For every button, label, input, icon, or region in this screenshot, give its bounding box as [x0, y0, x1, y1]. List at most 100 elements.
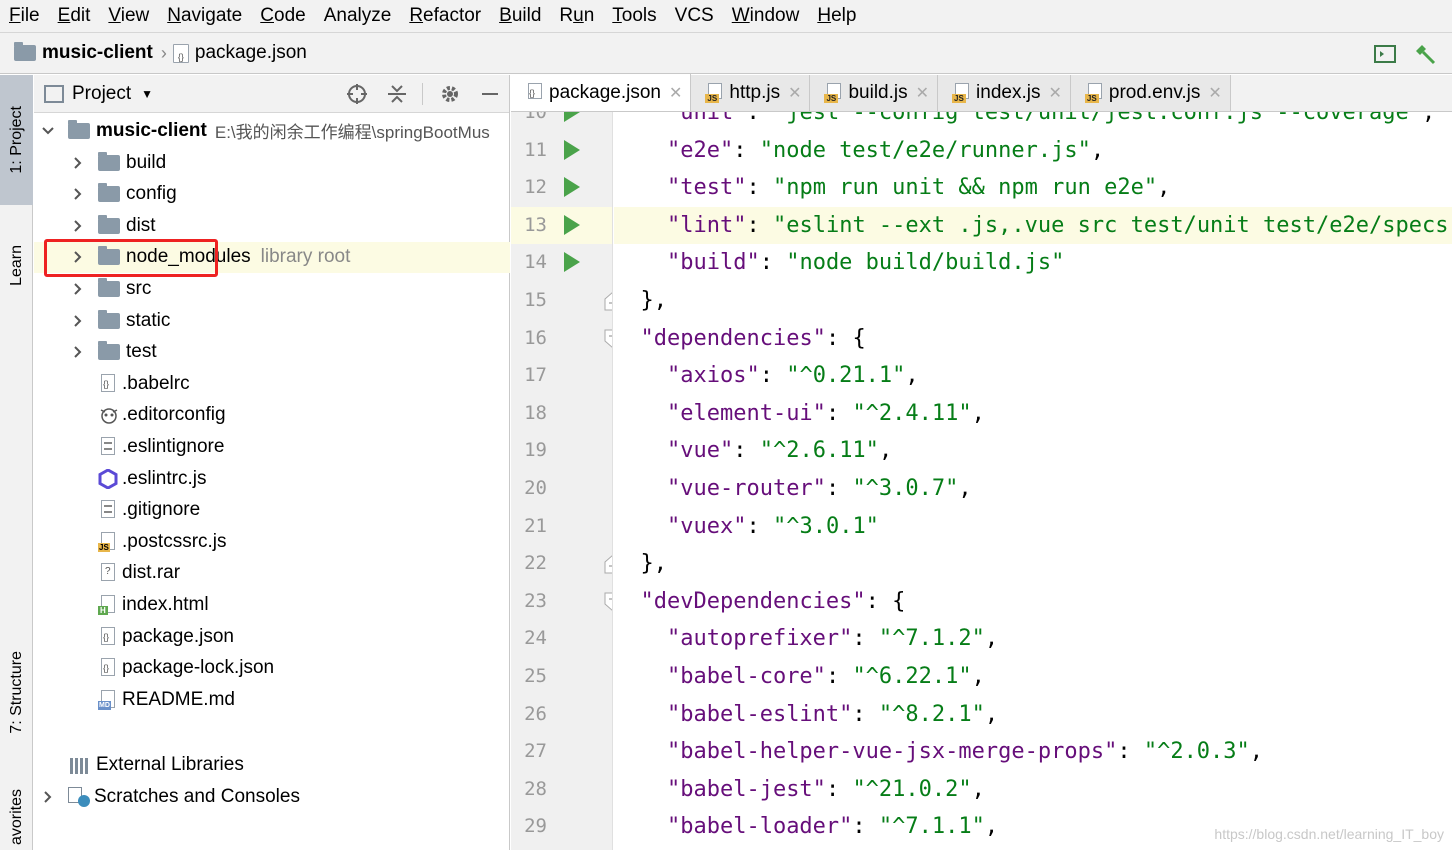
breadcrumb-project[interactable]: music-client: [14, 42, 153, 64]
run-script-icon[interactable]: [564, 139, 580, 160]
tree-item-config[interactable]: config: [34, 179, 510, 210]
run-script-icon[interactable]: [564, 177, 580, 198]
menu-analyze[interactable]: Analyze: [323, 5, 393, 27]
library-icon: [70, 756, 92, 774]
menu-tools[interactable]: Tools: [611, 5, 657, 27]
fold-start-icon[interactable]: [604, 592, 612, 612]
tab-build-js[interactable]: JS build.js ✕: [810, 75, 939, 111]
chevron-right-icon[interactable]: [70, 155, 86, 171]
text-file-icon: [98, 436, 118, 457]
menu-help[interactable]: Help: [816, 5, 857, 27]
tree-item-index-html[interactable]: Hindex.html: [34, 589, 510, 620]
code-line: "element-ui": "^2.4.11",: [666, 400, 985, 426]
project-tab-label: 1: Project: [7, 106, 25, 174]
root-path: E:\我的闲余工作编程\springBootMus: [214, 123, 490, 142]
run-script-icon[interactable]: [564, 252, 580, 273]
run-script-icon[interactable]: [564, 112, 580, 122]
close-icon[interactable]: ✕: [916, 83, 929, 103]
code-line: "build": "node build/build.js": [666, 250, 1065, 276]
chevron-right-icon[interactable]: [70, 344, 86, 360]
tree-item-build[interactable]: build: [34, 147, 510, 178]
menu-vcs[interactable]: VCS: [674, 5, 715, 27]
collapse-all-button[interactable]: [384, 81, 410, 107]
tree-item-label: package-lock.json: [122, 657, 275, 679]
code-line: "vuex": "^3.0.1": [666, 513, 879, 539]
menu-window[interactable]: Window: [731, 5, 801, 27]
json-file-icon: {}: [98, 658, 118, 678]
tree-item-gitignore[interactable]: .gitignore: [34, 495, 510, 526]
line-number: 20: [524, 477, 547, 499]
menu-run[interactable]: Run: [558, 5, 595, 27]
tool-window-strip: 1: Project Learn 7: Structure avorites: [0, 75, 33, 850]
locate-file-button[interactable]: [344, 81, 370, 107]
tree-item-label: .gitignore: [122, 499, 201, 521]
js-file-icon: JS: [1084, 83, 1103, 103]
fold-start-icon[interactable]: [604, 329, 612, 349]
close-icon[interactable]: ✕: [669, 83, 682, 103]
menu-file[interactable]: File: [8, 5, 41, 27]
html-file-icon: H: [98, 594, 118, 615]
external-libraries[interactable]: External Libraries: [34, 749, 510, 780]
library-root-note: library root: [260, 246, 351, 268]
crosshair-icon: [347, 84, 367, 104]
annotation-highlight-box: [44, 239, 218, 277]
line-number: 12: [524, 176, 547, 199]
menu-navigate[interactable]: Navigate: [166, 5, 243, 27]
tree-item-package-json[interactable]: {} package.json: [34, 621, 510, 652]
tab-http-js[interactable]: JS http.js ✕: [691, 75, 811, 111]
code-line: },: [640, 288, 668, 313]
menu-build[interactable]: Build: [498, 5, 542, 27]
chevron-right-icon[interactable]: [70, 281, 86, 297]
run-script-icon[interactable]: [564, 214, 580, 235]
chevron-right-icon[interactable]: [70, 313, 86, 329]
tree-root[interactable]: music-client E:\我的闲余工作编程\springBootMus: [34, 115, 510, 146]
breadcrumb-file[interactable]: {} package.json: [172, 42, 307, 64]
tab-index-js[interactable]: JS index.js ✕: [938, 75, 1071, 111]
scratches-consoles[interactable]: Scratches and Consoles: [34, 781, 510, 812]
close-icon[interactable]: ✕: [788, 83, 801, 103]
fold-end-icon[interactable]: [604, 291, 612, 311]
settings-button[interactable]: [437, 81, 463, 107]
menu-code[interactable]: Code: [259, 5, 306, 27]
favorites-tool-tab[interactable]: avorites: [0, 785, 33, 850]
tree-item-src[interactable]: src: [34, 273, 510, 304]
menu-view[interactable]: View: [107, 5, 150, 27]
tab-package-json[interactable]: {} package.json ✕: [511, 74, 692, 111]
hide-panel-button[interactable]: [477, 81, 503, 107]
close-icon[interactable]: ✕: [1048, 83, 1061, 103]
chevron-right-icon[interactable]: [70, 218, 86, 234]
minimize-icon: [482, 93, 498, 95]
folder-icon: [98, 341, 120, 361]
breadcrumb-file-label: package.json: [194, 42, 307, 63]
tree-item-test[interactable]: test: [34, 337, 510, 368]
line-number: 28: [524, 777, 547, 800]
project-tool-tab[interactable]: 1: Project: [0, 75, 33, 205]
code-line: "autoprefixer": "^7.1.2",: [666, 626, 999, 652]
tree-item-readme-md[interactable]: MD README.md: [34, 684, 510, 715]
scratches-icon: [68, 786, 90, 807]
build-hammer-button[interactable]: [1412, 41, 1438, 67]
menu-edit[interactable]: Edit: [57, 5, 92, 27]
code-view[interactable]: "unit": "jest --config test/unit/jest.co…: [614, 112, 1452, 850]
tree-item-babelrc[interactable]: {} .babelrc: [34, 368, 510, 399]
menu-refactor[interactable]: Refactor: [408, 5, 482, 27]
tree-item-eslintrc-js[interactable]: .eslintrc.js: [34, 463, 510, 494]
structure-tool-tab[interactable]: 7: Structure: [0, 630, 33, 755]
chevron-right-icon[interactable]: [70, 186, 86, 202]
chevron-right-icon[interactable]: [40, 789, 56, 805]
close-icon[interactable]: ✕: [1208, 83, 1221, 103]
tree-item-dist-rar[interactable]: ? dist.rar: [34, 558, 510, 589]
chevron-down-icon[interactable]: [40, 123, 56, 139]
tree-item-package-lock-json[interactable]: {} package-lock.json: [34, 653, 510, 684]
tree-item-eslintignore[interactable]: .eslintignore: [34, 431, 510, 462]
tab-prod-env-js[interactable]: JS prod.env.js ✕: [1070, 75, 1231, 111]
tree-item-static[interactable]: static: [34, 305, 510, 336]
tree-item-dist[interactable]: dist: [34, 210, 510, 241]
terminal-button[interactable]: [1372, 41, 1398, 67]
learn-tool-tab[interactable]: Learn: [0, 215, 33, 315]
tree-item-postcssrc-js[interactable]: JS .postcssrc.js: [34, 526, 510, 557]
fold-end-icon[interactable]: [604, 554, 612, 574]
folder-icon: [98, 277, 120, 297]
project-view-selector[interactable]: Project ▼: [44, 83, 153, 105]
tree-item-editorconfig[interactable]: .editorconfig: [34, 400, 510, 431]
